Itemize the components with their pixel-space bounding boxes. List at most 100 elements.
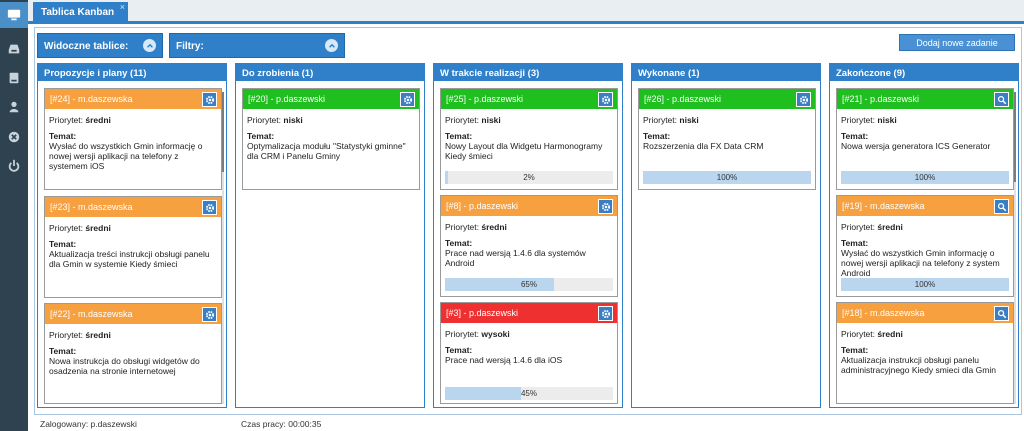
card-header: [#3] - p.daszewski	[441, 303, 617, 323]
card-topic-label: Temat:	[49, 239, 77, 249]
card-header: [#23] - m.daszewska	[45, 197, 221, 217]
progress-bar: 2%	[445, 171, 613, 184]
card-topic-label: Temat:	[49, 131, 77, 141]
monitor-icon	[7, 9, 21, 21]
card-header: [#19] - m.daszewska	[837, 196, 1013, 216]
task-card[interactable]: [#23] - m.daszewska Priorytet: średni Te…	[44, 196, 222, 298]
sidebar-item-kanban[interactable]	[0, 2, 28, 28]
logged-in-user: Zalogowany: p.daszewski	[40, 419, 137, 429]
card-header: [#24] - m.daszewska	[45, 89, 221, 109]
card-topic-label: Temat:	[841, 131, 869, 141]
card-header: [#25] - p.daszewski	[441, 89, 617, 109]
search-icon[interactable]	[994, 306, 1009, 321]
task-card[interactable]: [#21] - p.daszewski Priorytet: niski Tem…	[836, 88, 1014, 190]
card-topic-label: Temat:	[49, 346, 77, 356]
scrollbar-thumb[interactable]	[1014, 92, 1016, 182]
card-header: [#22] - m.daszewska	[45, 304, 221, 324]
tab-bar: Tablica Kanban ×	[28, 0, 1024, 24]
card-topic-label: Temat:	[247, 131, 275, 141]
kanban-column: Do zrobienia (1) [#20] - p.daszewski Pri…	[235, 63, 425, 408]
card-topic: Wysłać do wszystkich Gmin informację o n…	[49, 141, 203, 171]
status-bar: Zalogowany: p.daszewski Czas pracy: 00:0…	[28, 416, 1024, 431]
scrollbar-thumb[interactable]	[222, 92, 224, 172]
gear-icon[interactable]	[598, 92, 613, 107]
kanban-column: Propozycje i plany (11) [#24] - m.daszew…	[37, 63, 227, 408]
progress-bar: 100%	[841, 171, 1009, 184]
chevron-up-icon[interactable]	[325, 39, 338, 52]
card-header: [#18] - m.daszewska	[837, 303, 1013, 323]
card-title: [#3] - p.daszewski	[446, 308, 519, 318]
card-header: [#8] - p.daszewski	[441, 196, 617, 216]
column-title: Do zrobienia (1)	[236, 64, 424, 81]
progress-bar: 100%	[841, 278, 1009, 291]
card-title: [#23] - m.daszewska	[50, 202, 133, 212]
search-icon[interactable]	[994, 92, 1009, 107]
card-topic: Prace nad wersją 1.4.6 dla systemów Andr…	[445, 248, 586, 268]
task-card[interactable]: [#25] - p.daszewski Priorytet: niski Tem…	[440, 88, 618, 190]
gear-icon[interactable]	[202, 200, 217, 215]
sidebar-item-cancel[interactable]	[0, 124, 28, 150]
card-topic: Nowa instrukcja do obsługi widgetów do o…	[49, 356, 200, 376]
card-priority: Priorytet: średni	[445, 222, 507, 232]
card-title: [#25] - p.daszewski	[446, 94, 524, 104]
card-title: [#8] - p.daszewski	[446, 201, 519, 211]
power-icon	[8, 159, 20, 172]
tab-label: Tablica Kanban	[41, 7, 115, 18]
sidebar-item-users[interactable]	[0, 94, 28, 120]
card-topic-label: Temat:	[643, 131, 671, 141]
sidebar-item-drive[interactable]	[0, 65, 28, 91]
column-title: Wykonane (1)	[632, 64, 820, 81]
gear-icon[interactable]	[796, 92, 811, 107]
task-card[interactable]: [#24] - m.daszewska Priorytet: średni Te…	[44, 88, 222, 190]
visible-boards-bar[interactable]: Widoczne tablice:	[37, 33, 163, 58]
card-priority: Priorytet: niski	[247, 115, 303, 125]
task-card[interactable]: [#22] - m.daszewska Priorytet: średni Te…	[44, 303, 222, 404]
progress-bar: 45%	[445, 387, 613, 400]
sidebar-item-logout[interactable]	[0, 153, 28, 179]
card-header: [#21] - p.daszewski	[837, 89, 1013, 109]
drive-icon	[9, 72, 19, 84]
work-time: Czas pracy: 00:00:35	[241, 419, 322, 429]
column-title: Zakończone (9)	[830, 64, 1018, 81]
card-title: [#26] - p.daszewski	[644, 94, 722, 104]
gear-icon[interactable]	[598, 306, 613, 321]
card-topic: Nowy Layout dla Widgetu Harmonogramy Kie…	[445, 141, 603, 161]
column-title: Propozycje i plany (11)	[38, 64, 226, 81]
task-card[interactable]: [#18] - m.daszewska Priorytet: średni Te…	[836, 302, 1014, 404]
kanban-board: Widoczne tablice: Filtry: Dodaj nowe zad…	[34, 27, 1022, 415]
filters-bar[interactable]: Filtry:	[169, 33, 345, 58]
card-title: [#24] - m.daszewska	[50, 94, 133, 104]
card-priority: Priorytet: średni	[49, 223, 111, 233]
card-topic-label: Temat:	[841, 238, 869, 248]
task-card[interactable]: [#19] - m.daszewska Priorytet: średni Te…	[836, 195, 1014, 297]
chevron-up-icon[interactable]	[143, 39, 156, 52]
task-card[interactable]: [#8] - p.daszewski Priorytet: średni Tem…	[440, 195, 618, 297]
progress-bar: 65%	[445, 278, 613, 291]
inbox-icon	[8, 44, 20, 54]
gear-icon[interactable]	[202, 307, 217, 322]
task-card[interactable]: [#20] - p.daszewski Priorytet: niski Tem…	[242, 88, 420, 190]
tab-kanban[interactable]: Tablica Kanban ×	[33, 2, 128, 24]
card-title: [#19] - m.daszewska	[842, 201, 925, 211]
gear-icon[interactable]	[598, 199, 613, 214]
user-icon	[9, 101, 19, 113]
cancel-icon	[8, 131, 20, 143]
tab-close-button[interactable]: ×	[120, 2, 125, 12]
gear-icon[interactable]	[202, 92, 217, 107]
gear-icon[interactable]	[400, 92, 415, 107]
kanban-column: Zakończone (9) [#21] - p.daszewski Prior…	[829, 63, 1019, 408]
add-task-button[interactable]: Dodaj nowe zadanie	[899, 34, 1015, 51]
card-topic-label: Temat:	[841, 345, 869, 355]
card-header: [#26] - p.daszewski	[639, 89, 815, 109]
filters-label: Filtry:	[176, 41, 204, 52]
card-priority: Priorytet: średni	[841, 222, 903, 232]
sidebar-item-inbox[interactable]	[0, 36, 28, 62]
task-card[interactable]: [#3] - p.daszewski Priorytet: wysoki Tem…	[440, 302, 618, 404]
card-topic: Prace nad wersją 1.4.6 dla iOS	[445, 355, 563, 365]
search-icon[interactable]	[994, 199, 1009, 214]
kanban-column: W trakcie realizacji (3) [#25] - p.dasze…	[433, 63, 623, 408]
card-topic: Aktualizacja instrukcji obsługi panelu a…	[841, 355, 996, 375]
card-priority: Priorytet: niski	[445, 115, 501, 125]
task-card[interactable]: [#26] - p.daszewski Priorytet: niski Tem…	[638, 88, 816, 190]
card-priority: Priorytet: średni	[49, 115, 111, 125]
